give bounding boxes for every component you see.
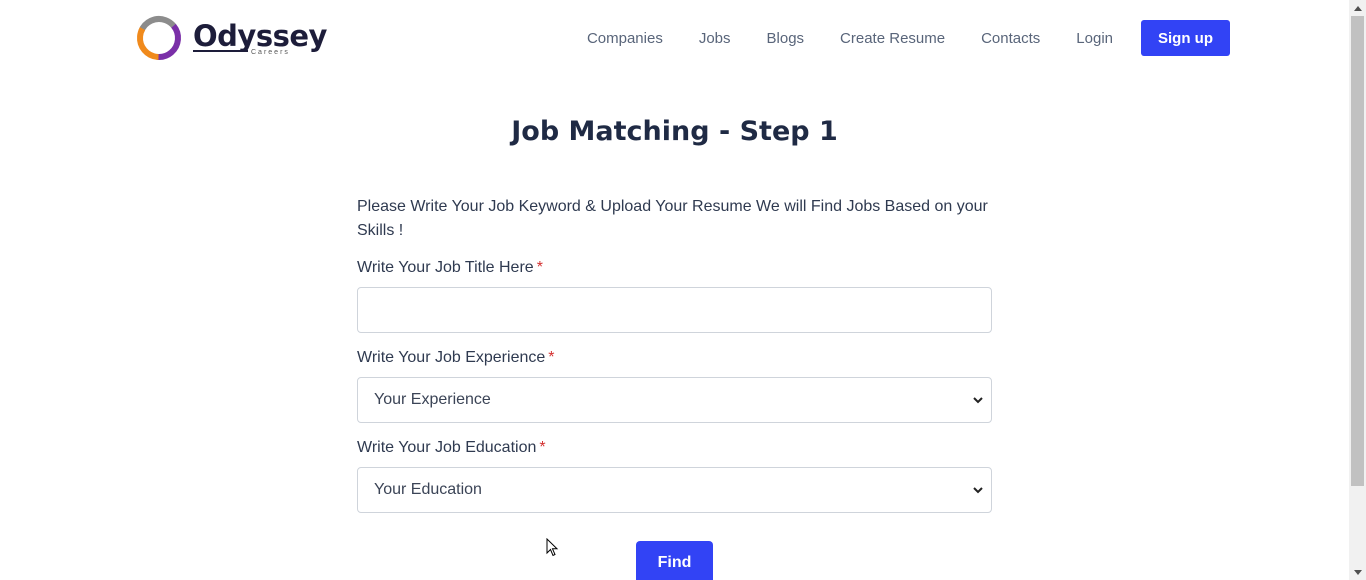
required-mark: *	[539, 439, 546, 456]
experience-label: Write Your Job Experience *	[357, 349, 992, 367]
nav-contacts[interactable]: Contacts	[981, 30, 1040, 47]
scroll-up-arrow-icon[interactable]	[1349, 0, 1366, 16]
experience-select[interactable]: Your Experience	[357, 377, 992, 423]
nav-jobs[interactable]: Jobs	[699, 30, 731, 47]
nav-blogs[interactable]: Blogs	[767, 30, 805, 47]
education-select[interactable]: Your Education	[357, 467, 992, 513]
brand-underline	[193, 50, 248, 52]
job-title-label-text: Write Your Job Title Here	[357, 259, 534, 276]
nav-create-resume[interactable]: Create Resume	[840, 30, 945, 47]
page-title: Job Matching - Step 1	[511, 116, 838, 147]
find-button[interactable]: Find	[636, 541, 713, 580]
odyssey-logo-icon	[137, 15, 182, 60]
education-label-text: Write Your Job Education	[357, 439, 537, 456]
signup-button[interactable]: Sign up	[1141, 20, 1230, 56]
site-header: Odyssey Careers Companies Jobs Blogs Cre…	[0, 0, 1349, 76]
brand-tagline: Careers	[251, 49, 290, 56]
brand-name: Odyssey	[193, 19, 327, 53]
scroll-down-arrow-icon[interactable]	[1349, 564, 1366, 580]
scrollbar-thumb[interactable]	[1351, 16, 1364, 486]
intro-text: Please Write Your Job Keyword & Upload Y…	[357, 198, 988, 239]
job-title-label: Write Your Job Title Here *	[357, 259, 992, 277]
experience-label-text: Write Your Job Experience	[357, 349, 546, 366]
brand-wordmark: Odyssey Careers	[193, 13, 327, 63]
main-nav: Companies Jobs Blogs Create Resume Conta…	[587, 20, 1230, 56]
brand-logo[interactable]: Odyssey Careers	[133, 12, 327, 64]
page-scrollbar[interactable]	[1349, 0, 1366, 580]
required-mark: *	[536, 259, 543, 276]
education-selected-value: Your Education	[374, 481, 482, 498]
job-title-input[interactable]	[357, 287, 992, 333]
mouse-cursor-icon	[546, 538, 559, 557]
nav-login[interactable]: Login	[1076, 30, 1113, 47]
required-mark: *	[548, 349, 555, 366]
nav-companies[interactable]: Companies	[587, 30, 663, 47]
chevron-down-icon	[973, 397, 983, 404]
job-matching-form: Please Write Your Job Keyword & Upload Y…	[357, 195, 992, 513]
chevron-down-icon	[973, 487, 983, 494]
education-label: Write Your Job Education *	[357, 439, 992, 457]
experience-selected-value: Your Experience	[374, 391, 491, 408]
